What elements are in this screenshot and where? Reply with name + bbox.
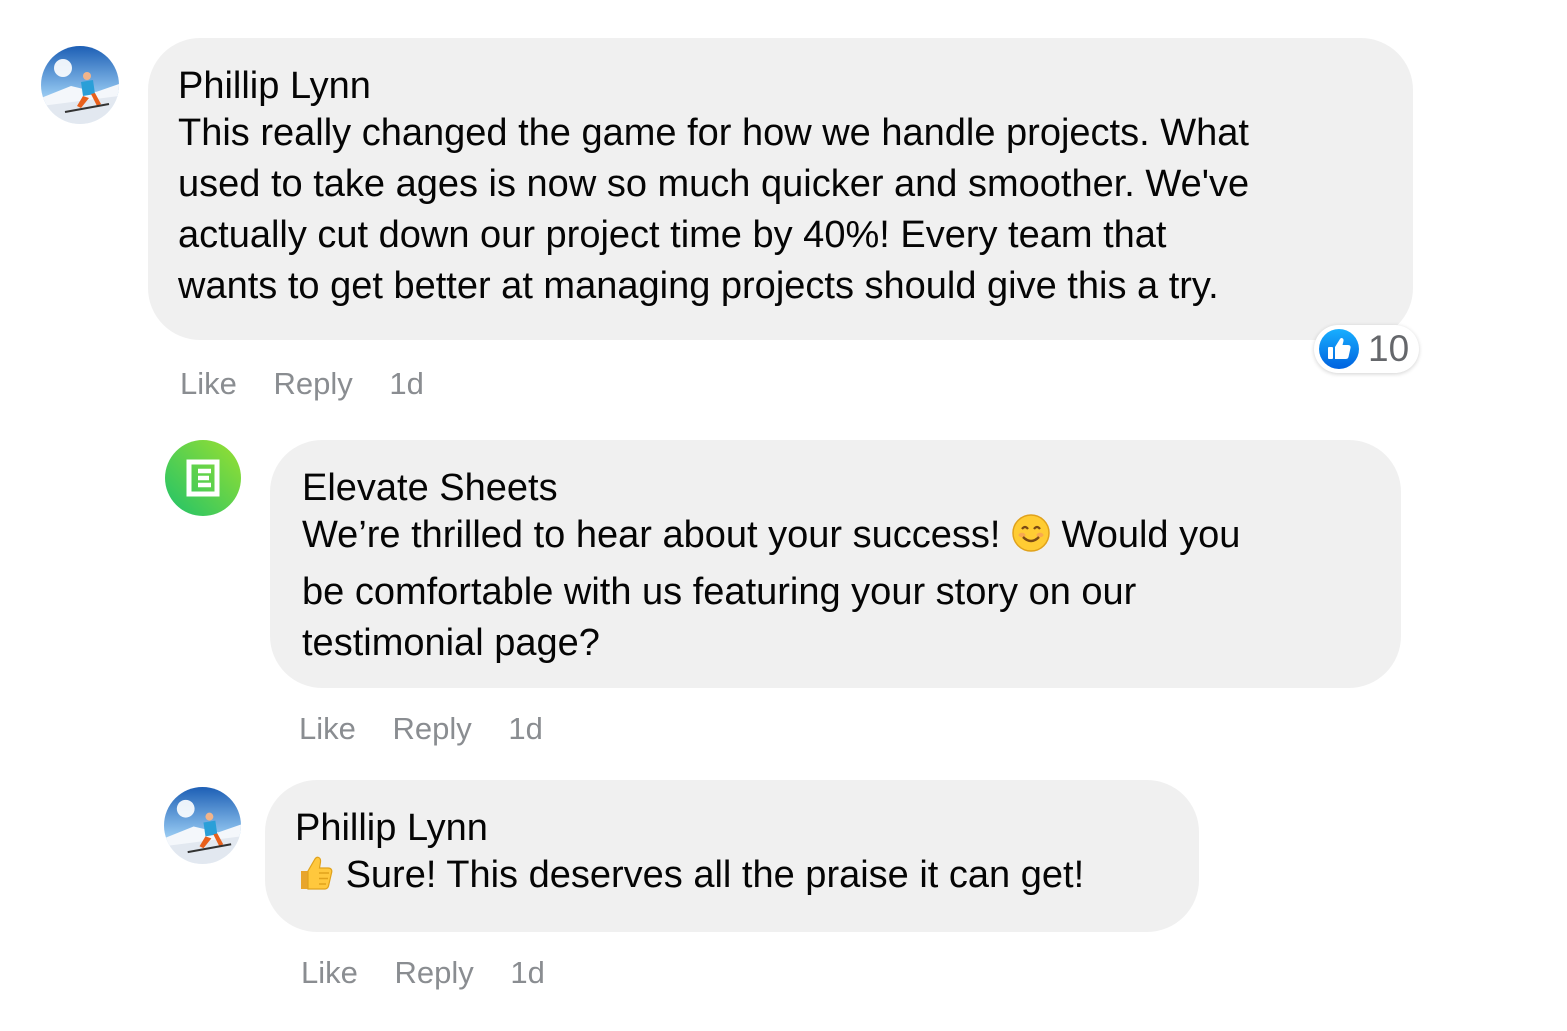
like-link[interactable]: Like <box>180 366 237 401</box>
reactions-badge[interactable]: 10 <box>1314 325 1420 373</box>
reply-link[interactable]: Reply <box>395 955 474 990</box>
comment-text-segment: Sure! This deserves all the praise it ca… <box>345 854 1085 896</box>
comment-text-line: Sure! This deserves all the praise it ca… <box>295 850 1199 907</box>
avatar-phillip-lynn[interactable] <box>41 46 119 124</box>
reply-link[interactable]: Reply <box>274 366 353 401</box>
thumbs-up-reaction-icon <box>1319 329 1359 369</box>
timestamp[interactable]: 1d <box>389 366 423 401</box>
comment-actions: Like Reply 1d <box>180 366 424 402</box>
avatar-elevate-sheets[interactable] <box>165 440 241 516</box>
comment-author[interactable]: Phillip Lynn <box>295 806 1199 850</box>
comment-bubble: Phillip Lynn Sure! This deserves all the… <box>265 780 1199 932</box>
timestamp[interactable]: 1d <box>508 711 542 746</box>
comment-actions: Like Reply 1d <box>299 711 543 747</box>
comment-author[interactable]: Elevate Sheets <box>302 466 1401 510</box>
like-link[interactable]: Like <box>299 711 356 746</box>
comment-text-line: actually cut down our project time by 40… <box>178 214 1167 256</box>
comment-text-line: We’re thrilled to hear about your succes… <box>302 510 1401 567</box>
like-link[interactable]: Like <box>301 955 358 990</box>
timestamp[interactable]: 1d <box>510 955 544 990</box>
comment-bubble: Phillip Lynn This really changed the gam… <box>148 38 1413 340</box>
comment-text-segment: Would you <box>1061 514 1241 556</box>
comment-bubble: Elevate Sheets We’re thrilled to hear ab… <box>270 440 1401 688</box>
reply-link[interactable]: Reply <box>393 711 472 746</box>
comment-text-segment: We’re thrilled to hear about your succes… <box>302 514 1001 556</box>
comment-text-line: used to take ages is now so much quicker… <box>178 163 1250 205</box>
comment-actions: Like Reply 1d <box>301 955 545 991</box>
comment-author[interactable]: Phillip Lynn <box>178 64 1413 108</box>
thumbs-up-emoji-icon <box>295 853 335 907</box>
comment-text-line: be comfortable with us featuring your st… <box>302 571 1137 613</box>
smiling-face-emoji-icon <box>1011 513 1051 567</box>
comment-text-line: wants to get better at managing projects… <box>178 265 1219 307</box>
comment-text-line: This really changed the game for how we … <box>178 112 1249 154</box>
reaction-count: 10 <box>1368 328 1410 369</box>
avatar-phillip-lynn[interactable] <box>164 787 241 864</box>
comment-text-line: testimonial page? <box>302 622 600 664</box>
